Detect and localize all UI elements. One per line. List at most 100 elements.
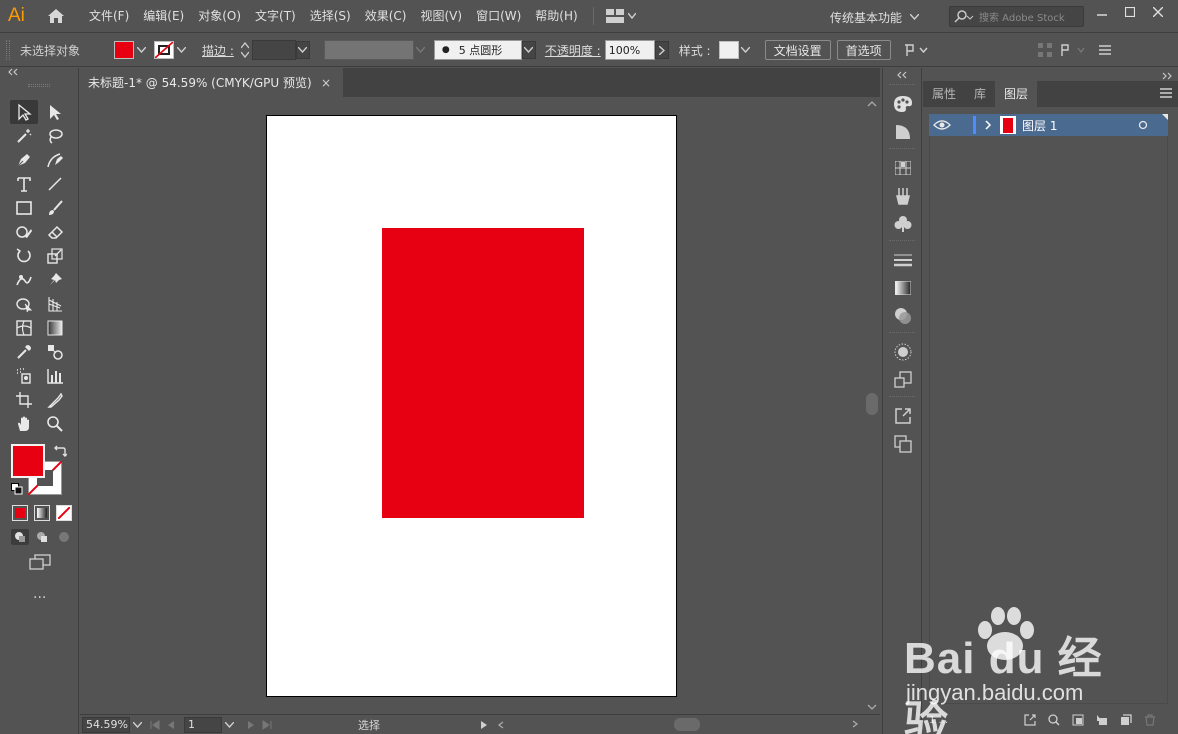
eraser-tool[interactable] (41, 220, 69, 244)
menu-window[interactable]: 窗口(W) (469, 5, 528, 27)
color-panel-button[interactable] (883, 90, 923, 118)
symbols-panel-button[interactable] (883, 210, 923, 238)
slice-tool[interactable] (41, 388, 69, 412)
stroke-weight-field[interactable] (251, 40, 296, 60)
gradient-tool[interactable] (41, 316, 69, 340)
horizontal-scroll-thumb[interactable] (674, 718, 700, 731)
scroll-right-icon[interactable] (850, 719, 860, 729)
menu-file[interactable]: 文件(F) (82, 5, 136, 27)
layer-name[interactable]: 图层 1 (1022, 117, 1057, 134)
stock-search-input[interactable]: 搜索 Adobe Stock (949, 6, 1084, 27)
red-rectangle-shape[interactable] (382, 228, 584, 518)
graphic-style-swatch[interactable] (718, 41, 739, 59)
default-fill-stroke-button[interactable] (11, 483, 23, 498)
curvature-tool[interactable] (41, 148, 69, 172)
menu-help[interactable]: 帮助(H) (528, 5, 584, 27)
lasso-tool[interactable] (41, 124, 69, 148)
type-tool[interactable] (10, 172, 38, 196)
export-panel-button[interactable] (883, 402, 923, 430)
zoom-tool[interactable] (41, 412, 69, 436)
artboard-number-field[interactable]: 1 (184, 716, 222, 733)
rectangle-tool[interactable] (10, 196, 38, 220)
scroll-left-icon[interactable] (496, 720, 506, 730)
artboards-panel-button[interactable] (883, 430, 923, 458)
direct-selection-tool[interactable] (41, 100, 69, 124)
stroke-weight-dropdown[interactable] (295, 41, 310, 59)
tab-properties[interactable]: 属性 (923, 81, 965, 107)
artboard[interactable] (266, 115, 677, 697)
arrange-icon-button[interactable] (1033, 41, 1057, 59)
swap-fill-stroke-button[interactable] (53, 444, 68, 461)
stroke-color-swatch[interactable] (154, 41, 174, 59)
opacity-label[interactable]: 不透明度 : (545, 42, 601, 59)
close-tab-icon[interactable]: × (321, 76, 331, 90)
brushes-panel-button[interactable] (883, 182, 923, 210)
menu-view[interactable]: 视图(V) (413, 5, 469, 27)
edit-toolbar-button[interactable]: ... (33, 586, 46, 602)
workspace-switcher[interactable]: 传统基本功能 (830, 6, 920, 28)
scale-tool[interactable] (41, 244, 69, 268)
brush-definition-field[interactable]: ● 5 点圆形 (433, 40, 522, 60)
warp-tool[interactable] (10, 268, 38, 292)
draw-inside-button[interactable] (55, 529, 73, 545)
collapse-tools-button[interactable] (0, 68, 78, 80)
mesh-tool[interactable] (10, 316, 38, 340)
transparency-panel-button[interactable] (883, 302, 923, 330)
tab-libraries[interactable]: 库 (965, 81, 995, 107)
target-circle-icon[interactable] (1138, 120, 1148, 130)
minimize-button[interactable] (1088, 2, 1116, 22)
menu-object[interactable]: 对象(O) (191, 5, 248, 27)
canvas-area[interactable] (80, 97, 864, 714)
puppet-warp-tool[interactable] (41, 268, 69, 292)
shaper-tool[interactable] (10, 220, 38, 244)
menu-edit[interactable]: 编辑(E) (136, 5, 191, 27)
stroke-weight-stepper[interactable] (238, 40, 252, 60)
appearance-panel-button[interactable] (883, 338, 923, 366)
new-sublayer-icon[interactable] (1096, 714, 1108, 726)
gradient-button[interactable] (34, 505, 50, 521)
transform-options-button[interactable] (1057, 41, 1091, 59)
menu-effect[interactable]: 效果(C) (358, 5, 414, 27)
document-setup-button[interactable]: 文档设置 (764, 40, 831, 60)
next-artboard-icon[interactable] (246, 720, 256, 730)
expand-layer-chevron-icon[interactable] (982, 119, 994, 131)
draw-behind-button[interactable] (33, 529, 51, 545)
artboard-tool[interactable] (10, 388, 38, 412)
magic-wand-tool[interactable] (10, 124, 38, 148)
fill-color-box[interactable] (11, 444, 45, 478)
stroke-label[interactable]: 描边 : (202, 42, 234, 59)
tab-layers[interactable]: 图层 (995, 81, 1038, 107)
locate-object-icon[interactable] (1048, 714, 1060, 726)
align-options-button[interactable] (899, 41, 933, 59)
document-tab[interactable]: 未标题-1* @ 54.59% (CMYK/GPU 预览) × (80, 68, 343, 97)
preferences-button[interactable]: 首选项 (836, 40, 891, 60)
vertical-scrollbar[interactable] (864, 97, 880, 714)
symbol-sprayer-tool[interactable] (10, 364, 38, 388)
collapse-dock-button[interactable] (883, 68, 921, 82)
graphic-styles-panel-button[interactable] (883, 366, 923, 394)
variable-width-profile[interactable] (323, 40, 414, 60)
zoom-dropdown[interactable] (130, 716, 144, 734)
column-graph-tool[interactable] (41, 364, 69, 388)
opacity-arrow[interactable] (654, 41, 669, 59)
first-artboard-icon[interactable] (150, 719, 160, 730)
new-layer-icon[interactable] (1120, 714, 1132, 726)
control-panel-menu-button[interactable] (1095, 41, 1115, 59)
gradient-panel-button[interactable] (883, 274, 923, 302)
none-button[interactable] (56, 505, 72, 521)
fill-color-swatch[interactable] (114, 41, 134, 59)
artboard-dropdown[interactable] (222, 716, 236, 734)
clipping-mask-icon[interactable] (1072, 714, 1084, 726)
delete-trash-icon[interactable] (1144, 714, 1156, 726)
color-button[interactable] (12, 505, 28, 521)
fill-dropdown[interactable] (134, 41, 148, 59)
close-window-button[interactable] (1144, 2, 1172, 22)
stroke-dropdown[interactable] (174, 41, 188, 59)
hand-tool[interactable] (10, 412, 38, 436)
last-artboard-icon[interactable] (262, 719, 272, 730)
color-guide-panel-button[interactable] (883, 118, 923, 146)
style-dropdown[interactable] (739, 41, 753, 59)
perspective-grid-tool[interactable] (41, 292, 69, 316)
line-segment-tool[interactable] (41, 172, 69, 196)
layer-row[interactable]: 图层 1 (929, 114, 1168, 136)
